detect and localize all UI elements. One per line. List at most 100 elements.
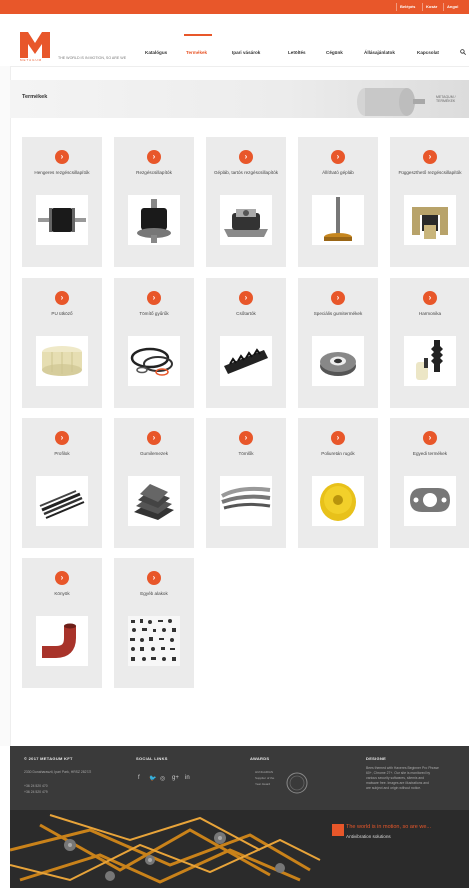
product-label[interactable]: Poliuretán rugók xyxy=(302,451,374,457)
nav-downloads[interactable]: Letöltés xyxy=(288,50,306,55)
product-label[interactable]: Gépláb, tartós rezgéscsillapítók xyxy=(210,170,282,176)
footer-design-heading: DESIGNE xyxy=(366,756,387,761)
product-label[interactable]: Tömlők xyxy=(210,451,282,457)
footer-awards-heading: AWARDS xyxy=(250,756,270,761)
nav-catalog[interactable]: Katalógus xyxy=(145,50,167,55)
product-label[interactable]: Harmonika xyxy=(394,311,466,317)
instagram-icon[interactable]: ◎ xyxy=(160,775,165,782)
award-seal-icon xyxy=(286,772,308,794)
footer-logo-mark xyxy=(332,824,344,836)
product-card[interactable]: › Egyedi termékek xyxy=(390,418,469,548)
page-banner: Termékek METAGUM / TERMÉKEK xyxy=(10,80,469,118)
nav-trade-fairs[interactable]: Ipari vásárok xyxy=(232,50,260,55)
arrow-right-icon[interactable]: › xyxy=(239,150,253,164)
product-card[interactable]: › Gumilemezek xyxy=(114,418,194,548)
product-card[interactable]: › Függeszthető rezgéscsillapítók xyxy=(390,137,469,267)
adjustable-foot-image xyxy=(312,195,364,245)
brand-tagline: THE WORLD IS IN MOTION, SO ARE WE xyxy=(58,56,127,60)
product-card[interactable]: › Hengeres rezgéscsillapítók xyxy=(22,137,102,267)
arrow-right-icon[interactable]: › xyxy=(331,150,345,164)
product-card[interactable]: › Rezgéscsillapítók xyxy=(114,137,194,267)
footer-subslogan: Antivibration solutions xyxy=(346,834,391,839)
arrow-right-icon[interactable]: › xyxy=(239,291,253,305)
page-side-border xyxy=(0,66,11,746)
arrow-right-icon[interactable]: › xyxy=(147,571,161,585)
product-card[interactable]: › Egyéb alakok xyxy=(114,558,194,688)
product-label[interactable]: Rezgéscsillapítók xyxy=(118,170,190,176)
nav-company[interactable]: Cégünk xyxy=(326,50,343,55)
footer-address: 2330 Dunaharaszti, Ipari Park, HRSZ 2827… xyxy=(24,770,92,774)
footer-copyright: © 2017 METAGUM KFT xyxy=(24,756,73,761)
pipe-holder-image xyxy=(220,336,272,386)
product-card[interactable]: › Csőtartók xyxy=(206,278,286,408)
facebook-icon[interactable]: f xyxy=(138,775,140,781)
machine-foot-image xyxy=(220,195,272,245)
search-icon[interactable] xyxy=(460,49,466,55)
language-link[interactable]: Angol xyxy=(443,3,461,11)
product-label[interactable]: Tömítő gyűrűk xyxy=(118,311,190,317)
footer-social-heading: SOCIAL LINKS xyxy=(136,756,168,761)
breadcrumb[interactable]: METAGUM / TERMÉKEK xyxy=(436,95,469,103)
other-shapes-image xyxy=(128,616,180,666)
product-label[interactable]: Könyök xyxy=(26,591,98,597)
vibration-damper-image xyxy=(128,195,180,245)
nav-products[interactable]: Termékek xyxy=(186,50,207,55)
site-header: THE WORLD IS IN MOTION, SO ARE WE Kataló… xyxy=(0,14,469,67)
product-card[interactable]: › Tömlők xyxy=(206,418,286,548)
product-card[interactable]: › Állítható gépláb xyxy=(298,137,378,267)
footer-phone[interactable]: +36 24 520 470 xyxy=(24,784,48,789)
arrow-right-icon[interactable]: › xyxy=(55,571,69,585)
profiles-image xyxy=(36,476,88,526)
product-card[interactable]: › Könyök xyxy=(22,558,102,688)
product-label[interactable]: Hengeres rezgéscsillapítók xyxy=(26,170,98,176)
product-card[interactable]: › Profilok xyxy=(22,418,102,548)
award-caption-1: HUNGARIAN xyxy=(255,770,274,774)
product-card[interactable]: › Tömítő gyűrűk xyxy=(114,278,194,408)
page-title: Termékek xyxy=(22,94,48,100)
metagum-logo[interactable] xyxy=(20,32,50,58)
nav-jobs[interactable]: Állásajánlatok xyxy=(364,50,395,55)
arrow-right-icon[interactable]: › xyxy=(423,431,437,445)
bellows-image xyxy=(404,336,456,386)
linkedin-icon[interactable]: in xyxy=(185,775,190,781)
arrow-right-icon[interactable]: › xyxy=(147,150,161,164)
product-label[interactable]: Csőtartók xyxy=(210,311,282,317)
arrow-right-icon[interactable]: › xyxy=(331,291,345,305)
arrow-right-icon[interactable]: › xyxy=(423,150,437,164)
product-label[interactable]: Egyéb alakok xyxy=(118,591,190,597)
site-footer: © 2017 METAGUM KFT 2330 Dunaharaszti, Ip… xyxy=(10,746,469,888)
product-label[interactable]: Profilok xyxy=(26,451,98,457)
arrow-right-icon[interactable]: › xyxy=(147,431,161,445)
product-label[interactable]: Egyedi termékek xyxy=(394,451,466,457)
banner-roller-image xyxy=(357,88,425,116)
footer-slogan: The world is in motion, so are we... xyxy=(346,824,431,830)
arrow-right-icon[interactable]: › xyxy=(423,291,437,305)
arrow-right-icon[interactable]: › xyxy=(331,431,345,445)
product-card[interactable]: › Harmonika xyxy=(390,278,469,408)
product-card[interactable]: › Speciális gumitermékek xyxy=(298,278,378,408)
arrow-right-icon[interactable]: › xyxy=(55,291,69,305)
footer-fax: +36 24 520 479 xyxy=(24,790,48,794)
product-label[interactable]: Gumilemezek xyxy=(118,451,190,457)
product-card[interactable]: › Poliuretán rugók xyxy=(298,418,378,548)
polyurethane-spring-image xyxy=(312,476,364,526)
arrow-right-icon[interactable]: › xyxy=(55,150,69,164)
product-label[interactable]: Függeszthető rezgéscsillapítók xyxy=(394,170,466,176)
product-label[interactable]: PU ütköző xyxy=(26,311,98,317)
arrow-right-icon[interactable]: › xyxy=(147,291,161,305)
twitter-icon[interactable]: 🐦 xyxy=(149,775,156,782)
award-caption-2: Supplier of the xyxy=(255,776,275,780)
arrow-right-icon[interactable]: › xyxy=(55,431,69,445)
active-nav-indicator xyxy=(184,34,212,36)
product-label[interactable]: Speciális gumitermékek xyxy=(302,311,374,317)
arrow-right-icon[interactable]: › xyxy=(239,431,253,445)
logo-wordmark: METAGUM xyxy=(20,58,43,62)
google-plus-icon[interactable]: g+ xyxy=(172,775,179,781)
login-link[interactable]: Belépés xyxy=(396,3,418,11)
nav-contact[interactable]: Kapcsolat xyxy=(417,50,439,55)
product-label[interactable]: Állítható gépláb xyxy=(302,170,374,176)
product-card[interactable]: › PU ütköző xyxy=(22,278,102,408)
cart-link[interactable]: Kosár xyxy=(422,3,440,11)
product-card[interactable]: › Gépláb, tartós rezgéscsillapítók xyxy=(206,137,286,267)
seal-rings-image xyxy=(128,336,180,386)
